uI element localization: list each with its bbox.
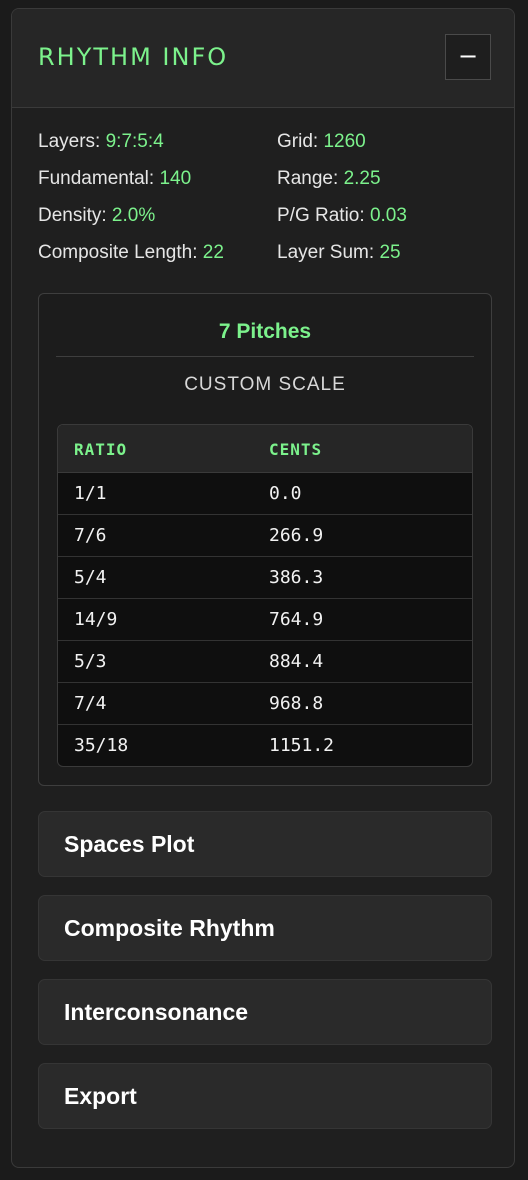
ratio-cell: 1/1 <box>74 483 107 504</box>
info-pg-ratio: P/G Ratio: 0.03 <box>277 205 407 227</box>
info-label: Composite Length: <box>38 242 198 263</box>
rhythm-info-panel: RHYTHM INFO − Layers: 9:7:5:4 Grid: 1260… <box>11 8 515 1168</box>
info-density: Density: 2.0% <box>38 205 155 227</box>
pitch-count: 7 Pitches <box>218 320 312 343</box>
ratio-cell: 14/9 <box>74 609 118 630</box>
divider <box>56 356 474 357</box>
table-row: 5/3 884.4 <box>58 641 472 683</box>
collapse-button[interactable]: − <box>445 34 491 80</box>
cents-cell: 0.0 <box>269 483 302 504</box>
ratio-cell: 35/18 <box>74 735 129 756</box>
section-label: Interconsonance <box>64 999 249 1025</box>
scale-name: CUSTOM SCALE <box>184 374 346 395</box>
cents-cell: 884.4 <box>269 651 324 672</box>
ratio-cell: 7/6 <box>74 525 107 546</box>
section-label: Spaces Plot <box>64 831 195 857</box>
info-label: Range: <box>277 168 339 189</box>
info-label: Layer Sum: <box>277 242 375 263</box>
info-label: Grid: <box>277 131 319 152</box>
cents-cell: 764.9 <box>269 609 324 630</box>
table-row: 7/4 968.8 <box>58 683 472 725</box>
info-range: Range: 2.25 <box>277 168 381 190</box>
column-header-cents: CENTS <box>269 440 323 459</box>
info-label: Density: <box>38 205 107 226</box>
info-grid-size: Grid: 1260 <box>277 131 366 153</box>
info-label: Layers: <box>38 131 101 152</box>
cents-cell: 266.9 <box>269 525 324 546</box>
info-value: 140 <box>159 168 192 189</box>
cents-cell: 386.3 <box>269 567 324 588</box>
cents-cell: 1151.2 <box>269 735 335 756</box>
info-value: 0.03 <box>369 205 407 226</box>
panel-header: RHYTHM INFO − <box>12 9 514 108</box>
info-value: 1260 <box>323 131 366 152</box>
info-fundamental: Fundamental: 140 <box>38 168 191 190</box>
table-header: RATIO CENTS <box>58 425 472 473</box>
info-label: Fundamental: <box>38 168 155 189</box>
info-value: 22 <box>202 242 224 263</box>
info-layer-sum: Layer Sum: 25 <box>277 242 401 264</box>
ratio-cell: 7/4 <box>74 693 107 714</box>
export-button[interactable]: Export <box>38 1063 492 1129</box>
column-header-ratio: RATIO <box>74 440 128 459</box>
composite-rhythm-button[interactable]: Composite Rhythm <box>38 895 492 961</box>
info-value: 2.25 <box>343 168 381 189</box>
ratio-cell: 5/4 <box>74 567 107 588</box>
scale-box: 7 Pitches CUSTOM SCALE RATIO CENTS 1/1 0… <box>38 293 492 786</box>
table-row: 7/6 266.9 <box>58 515 472 557</box>
info-value: 2.0% <box>111 205 156 226</box>
table-row: 14/9 764.9 <box>58 599 472 641</box>
ratio-cell: 5/3 <box>74 651 107 672</box>
info-layers: Layers: 9:7:5:4 <box>38 131 164 153</box>
table-row: 5/4 386.3 <box>58 557 472 599</box>
section-label: Export <box>64 1083 137 1109</box>
info-value: 9:7:5:4 <box>105 131 164 152</box>
section-label: Composite Rhythm <box>64 915 275 941</box>
info-value: 25 <box>379 242 401 263</box>
info-label: P/G Ratio: <box>277 205 365 226</box>
info-composite-length: Composite Length: 22 <box>38 242 224 264</box>
cents-cell: 968.8 <box>269 693 324 714</box>
interconsonance-button[interactable]: Interconsonance <box>38 979 492 1045</box>
table-row: 35/18 1151.2 <box>58 725 472 766</box>
panel-title: RHYTHM INFO <box>38 43 229 71</box>
table-row: 1/1 0.0 <box>58 473 472 515</box>
spaces-plot-button[interactable]: Spaces Plot <box>38 811 492 877</box>
scale-table: RATIO CENTS 1/1 0.0 7/6 266.9 5/4 386.3 … <box>57 424 473 767</box>
